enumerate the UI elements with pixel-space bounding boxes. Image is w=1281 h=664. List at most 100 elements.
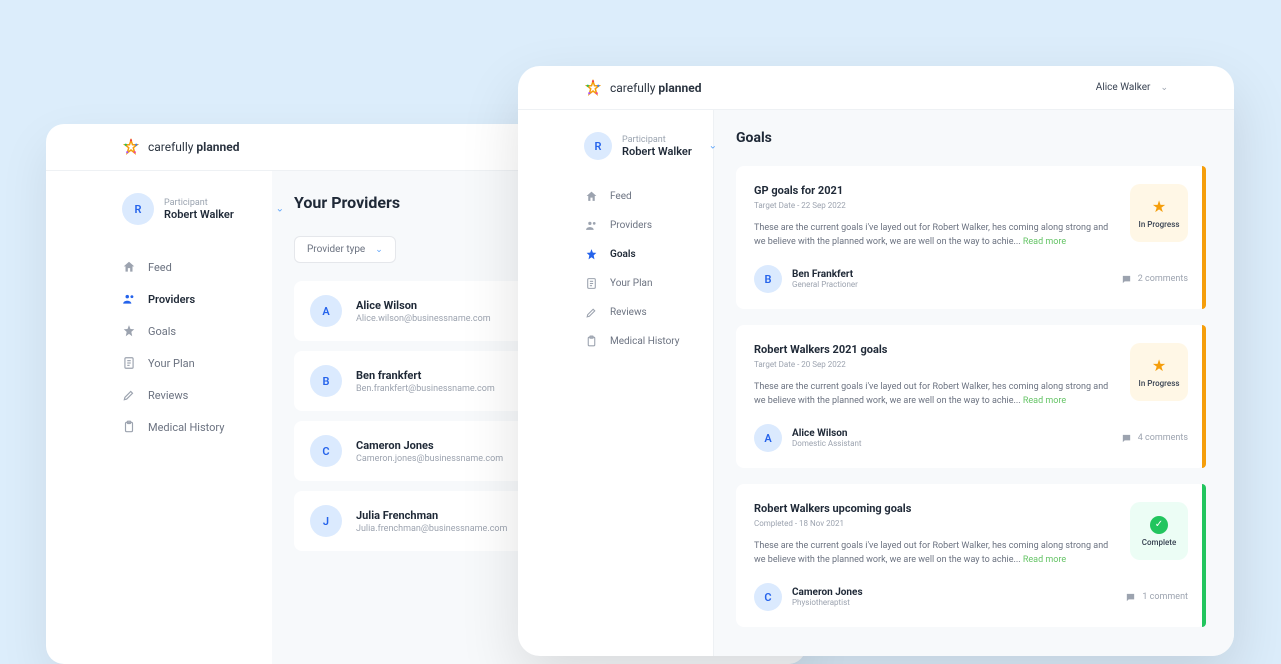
provider-avatar: B bbox=[310, 365, 342, 397]
sidebar-item-reviews[interactable]: Reviews bbox=[122, 379, 254, 411]
participant-name: Robert Walker bbox=[164, 208, 234, 221]
sidebar-item-medical-history[interactable]: Medical History bbox=[584, 327, 695, 356]
user-menu[interactable]: Alice Walker ⌄ bbox=[1096, 82, 1168, 93]
check-icon: ✓ bbox=[1150, 516, 1168, 534]
brand-text: carefully planned bbox=[610, 81, 701, 95]
goal-card[interactable]: Robert Walkers upcoming goals Completed … bbox=[736, 484, 1206, 627]
goal-title: GP goals for 2021 bbox=[754, 184, 1112, 197]
comments-link[interactable]: 1 comment bbox=[1125, 592, 1188, 603]
sidebar-item-reviews[interactable]: Reviews bbox=[584, 298, 695, 327]
goal-date: Completed - 18 Nov 2021 bbox=[754, 519, 1112, 528]
sidebar-item-your-plan[interactable]: Your Plan bbox=[122, 347, 254, 379]
goal-date: Target Date - 20 Sep 2022 bbox=[754, 360, 1112, 369]
goal-author: B Ben Frankfert General Practioner bbox=[754, 265, 858, 293]
goal-title: Robert Walkers upcoming goals bbox=[754, 502, 1112, 515]
goal-card[interactable]: GP goals for 2021 Target Date - 22 Sep 2… bbox=[736, 166, 1206, 309]
status-badge: ★ In Progress bbox=[1130, 184, 1188, 242]
status-strip bbox=[1202, 166, 1206, 309]
pen-icon bbox=[122, 388, 136, 402]
sidebar-item-label: Medical History bbox=[610, 336, 680, 347]
star-icon: ★ bbox=[1152, 356, 1166, 375]
participant-switcher[interactable]: R Participant Robert Walker ⌄ bbox=[584, 132, 695, 160]
comments-count: 4 comments bbox=[1138, 433, 1188, 443]
status-strip bbox=[1202, 484, 1206, 627]
comment-icon bbox=[1121, 274, 1132, 285]
provider-type-filter[interactable]: Provider type ⌄ bbox=[294, 236, 396, 263]
logo-icon bbox=[584, 79, 602, 97]
sidebar-item-label: Feed bbox=[148, 261, 172, 274]
sidebar-item-label: Goals bbox=[148, 325, 176, 338]
provider-avatar: C bbox=[310, 435, 342, 467]
pen-icon bbox=[584, 306, 598, 319]
provider-avatar: A bbox=[310, 295, 342, 327]
sidebar-item-goals[interactable]: Goals bbox=[122, 315, 254, 347]
users-icon bbox=[584, 219, 598, 232]
goal-author: A Alice Wilson Domestic Assistant bbox=[754, 424, 862, 452]
participant-label: Participant bbox=[622, 135, 692, 145]
author-role: General Practioner bbox=[792, 280, 858, 289]
star-icon bbox=[584, 248, 598, 261]
provider-avatar: J bbox=[310, 505, 342, 537]
provider-name: Cameron Jones bbox=[356, 439, 503, 452]
sidebar-item-feed[interactable]: Feed bbox=[122, 251, 254, 283]
read-more-link[interactable]: Read more bbox=[1023, 237, 1066, 247]
goal-description: These are the current goals i've layed o… bbox=[754, 540, 1112, 567]
home-icon bbox=[584, 190, 598, 203]
sidebar-item-goals[interactable]: Goals bbox=[584, 240, 695, 269]
chevron-down-icon: ⌄ bbox=[1160, 83, 1168, 93]
provider-name: Alice Wilson bbox=[356, 299, 491, 312]
participant-avatar: R bbox=[584, 132, 612, 160]
comments-link[interactable]: 4 comments bbox=[1121, 433, 1188, 444]
sidebar-item-label: Your Plan bbox=[610, 278, 652, 289]
status-badge: ★ In Progress bbox=[1130, 343, 1188, 401]
sidebar-item-feed[interactable]: Feed bbox=[584, 182, 695, 211]
goal-author: C Cameron Jones Physiotheraptist bbox=[754, 583, 863, 611]
provider-email: Cameron.jones@businessname.com bbox=[356, 454, 503, 464]
status-strip bbox=[1202, 325, 1206, 468]
author-avatar: C bbox=[754, 583, 782, 611]
author-role: Physiotheraptist bbox=[792, 598, 863, 607]
brand-logo: carefully planned bbox=[122, 138, 239, 156]
clipboard-icon bbox=[584, 335, 598, 348]
chevron-down-icon: ⌄ bbox=[276, 204, 284, 215]
provider-name: Ben frankfert bbox=[356, 369, 495, 382]
providers-sidebar: R Participant Robert Walker ⌄ Feed Provi… bbox=[46, 171, 272, 664]
sidebar-item-label: Your Plan bbox=[148, 357, 195, 370]
sidebar-item-label: Feed bbox=[610, 191, 632, 202]
chevron-down-icon: ⌄ bbox=[375, 245, 383, 255]
goals-body: R Participant Robert Walker ⌄ Feed Provi… bbox=[518, 110, 1234, 656]
sidebar-item-label: Providers bbox=[610, 220, 652, 231]
comments-link[interactable]: 2 comments bbox=[1121, 274, 1188, 285]
comments-count: 2 comments bbox=[1138, 274, 1188, 284]
brand-text: carefully planned bbox=[148, 140, 239, 154]
sidebar-item-medical-history[interactable]: Medical History bbox=[122, 411, 254, 443]
sidebar-item-your-plan[interactable]: Your Plan bbox=[584, 269, 695, 298]
author-name: Alice Wilson bbox=[792, 428, 862, 439]
status-label: Complete bbox=[1142, 538, 1177, 547]
document-icon bbox=[584, 277, 598, 290]
sidebar-item-label: Goals bbox=[610, 249, 636, 260]
status-label: In Progress bbox=[1139, 379, 1180, 388]
sidebar-item-providers[interactable]: Providers bbox=[122, 283, 254, 315]
participant-switcher[interactable]: R Participant Robert Walker ⌄ bbox=[122, 193, 254, 225]
clipboard-icon bbox=[122, 420, 136, 434]
user-name: Alice Walker bbox=[1096, 82, 1151, 93]
logo-icon bbox=[122, 138, 140, 156]
star-icon: ★ bbox=[1152, 197, 1166, 216]
goals-header: carefully planned Alice Walker ⌄ bbox=[518, 66, 1234, 110]
star-icon bbox=[122, 324, 136, 338]
goals-main: Goals GP goals for 2021 Target Date - 22… bbox=[714, 110, 1234, 656]
read-more-link[interactable]: Read more bbox=[1023, 396, 1066, 406]
home-icon bbox=[122, 260, 136, 274]
goal-card[interactable]: Robert Walkers 2021 goals Target Date - … bbox=[736, 325, 1206, 468]
goal-title: Robert Walkers 2021 goals bbox=[754, 343, 1112, 356]
goal-description: These are the current goals i've layed o… bbox=[754, 381, 1112, 408]
author-avatar: B bbox=[754, 265, 782, 293]
sidebar-item-providers[interactable]: Providers bbox=[584, 211, 695, 240]
brand-logo: carefully planned bbox=[584, 79, 701, 97]
participant-avatar: R bbox=[122, 193, 154, 225]
provider-name: Julia Frenchman bbox=[356, 509, 507, 522]
provider-email: Julia.frenchman@businessname.com bbox=[356, 524, 507, 534]
read-more-link[interactable]: Read more bbox=[1023, 555, 1066, 565]
document-icon bbox=[122, 356, 136, 370]
